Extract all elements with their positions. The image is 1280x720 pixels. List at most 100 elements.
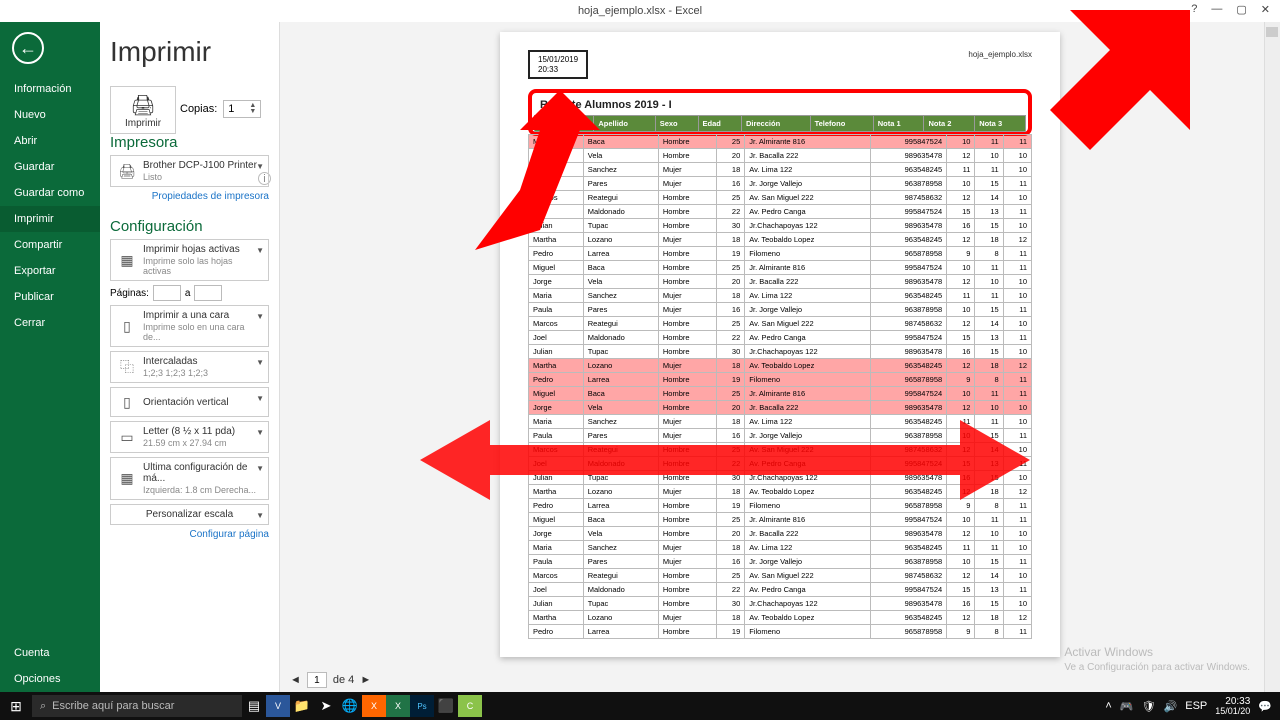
table-cell: Hombre: [658, 219, 716, 233]
copies-value: 1: [228, 103, 234, 115]
printer-properties-link[interactable]: Propiedades de impresora: [110, 191, 269, 202]
tray-clock[interactable]: 20:33 15/01/20: [1215, 697, 1250, 716]
taskbar-app[interactable]: V: [266, 695, 290, 717]
table-cell: 11: [947, 163, 975, 177]
minimize-icon[interactable]: —: [1211, 3, 1222, 16]
table-cell: Martha: [529, 359, 584, 373]
table-row: PedroLarreaHombre19Filomeno9658789589811: [529, 625, 1032, 639]
table-cell: 963548245: [871, 163, 947, 177]
taskbar-app[interactable]: ⬛: [434, 695, 458, 717]
table-cell: 30: [717, 597, 745, 611]
prev-page-button[interactable]: ◄: [290, 674, 301, 686]
scrollbar[interactable]: [1264, 22, 1280, 692]
table-cell: Vela: [583, 275, 658, 289]
taskbar[interactable]: ⊞ ⌕ Escribe aquí para buscar ▤ V 📁 ➤ 🌐 X…: [0, 692, 1280, 720]
table-cell: 963548245: [871, 233, 947, 247]
table-cell: Pedro: [529, 499, 584, 513]
table-cell: 11: [1003, 135, 1031, 149]
task-view-icon[interactable]: ▤: [242, 695, 266, 717]
pages-to-input[interactable]: [194, 285, 222, 301]
taskbar-search[interactable]: ⌕ Escribe aquí para buscar: [32, 695, 242, 717]
table-cell: 989635478: [871, 527, 947, 541]
sidebar-item-guardar[interactable]: Guardar: [0, 154, 100, 180]
sidebar-item-guardar-como[interactable]: Guardar como: [0, 180, 100, 206]
taskbar-app[interactable]: C: [458, 695, 482, 717]
close-icon[interactable]: ✕: [1261, 3, 1270, 16]
annotation-arrow: [430, 80, 600, 250]
column-header: Apellido: [594, 116, 655, 132]
page-setup-link[interactable]: Configurar página: [110, 529, 269, 540]
table-cell: Pares: [583, 555, 658, 569]
taskbar-app[interactable]: 🌐: [338, 695, 362, 717]
sidebar-item-abrir[interactable]: Abrir: [0, 128, 100, 154]
table-cell: 987458632: [871, 191, 947, 205]
table-cell: 10: [947, 513, 975, 527]
restore-icon[interactable]: ▢: [1236, 3, 1246, 16]
table-cell: Jorge: [529, 275, 584, 289]
margins-select[interactable]: ▦ Última configuración de má... Izquierd…: [110, 457, 269, 500]
chevron-down-icon: ▼: [256, 162, 264, 171]
watermark-title: Activar Windows: [1064, 645, 1250, 661]
scale-select[interactable]: Personalizar escala ▼: [110, 504, 269, 525]
table-cell: Larrea: [583, 499, 658, 513]
scroll-thumb[interactable]: [1266, 27, 1278, 37]
tray-volume-icon[interactable]: 🔊: [1164, 700, 1178, 713]
table-cell: 30: [717, 219, 745, 233]
table-cell: 10: [947, 555, 975, 569]
taskbar-app[interactable]: X: [362, 695, 386, 717]
table-cell: Jorge: [529, 527, 584, 541]
tray-chevron-icon[interactable]: ˄: [1105, 700, 1111, 712]
table-cell: 995847524: [871, 387, 947, 401]
sides-select[interactable]: ▯ Imprimir a una cara Imprime solo en un…: [110, 305, 269, 347]
sidebar-item-imprimir[interactable]: Imprimir: [0, 206, 100, 232]
taskbar-app[interactable]: ➤: [314, 695, 338, 717]
what-to-print-select[interactable]: ▦ Imprimir hojas activas Imprime solo la…: [110, 239, 269, 281]
table-row: JoelMaldonadoHombre22Av. Pedro Canga9958…: [529, 583, 1032, 597]
windows-watermark: Activar Windows Ve a Configuración para …: [1064, 645, 1250, 674]
taskbar-app[interactable]: Ps: [410, 695, 434, 717]
sidebar-item-cuenta[interactable]: Cuenta: [0, 640, 100, 666]
table-row: PedroLarreaHombre19Filomeno9658789589811: [529, 373, 1032, 387]
sidebar-item-opciones[interactable]: Opciones: [0, 666, 100, 692]
next-page-button[interactable]: ►: [360, 674, 371, 686]
table-cell: Miguel: [529, 387, 584, 401]
sidebar-item-información[interactable]: Información: [0, 76, 100, 102]
table-cell: Paula: [529, 555, 584, 569]
print-button[interactable]: 🖨 Imprimir: [110, 86, 176, 134]
sidebar-item-exportar[interactable]: Exportar: [0, 258, 100, 284]
orientation-select[interactable]: ▯ Orientación vertical ▼: [110, 387, 269, 417]
paper-select[interactable]: ▭ Letter (8 ½ x 11 pda) 21.59 cm x 27.94…: [110, 421, 269, 453]
table-cell: 11: [947, 541, 975, 555]
sidebar-item-publicar[interactable]: Publicar: [0, 284, 100, 310]
table-cell: 10: [1003, 317, 1031, 331]
sidebar-item-cerrar[interactable]: Cerrar: [0, 310, 100, 336]
copies-stepper[interactable]: 1 ▲▼: [223, 100, 261, 118]
table-cell: 8: [975, 625, 1003, 639]
tray-icon[interactable]: 🎮: [1120, 700, 1134, 713]
table-cell: 15: [947, 331, 975, 345]
table-cell: Jr. Bacalla 222: [745, 149, 871, 163]
pages-from-input[interactable]: [153, 285, 181, 301]
taskbar-app[interactable]: 📁: [290, 695, 314, 717]
tray-icon[interactable]: 🛡: [1142, 700, 1156, 713]
table-cell: 18: [717, 163, 745, 177]
taskbar-app[interactable]: X: [386, 695, 410, 717]
table-cell: Jr.Chachapoyas 122: [745, 219, 871, 233]
printer-select[interactable]: 🖨 Brother DCP-J100 Printer Listo ▼: [110, 155, 269, 187]
sidebar-item-compartir[interactable]: Compartir: [0, 232, 100, 258]
paper-icon: ▭: [117, 427, 137, 447]
start-button[interactable]: ⊞: [0, 698, 32, 715]
help-icon[interactable]: ?: [1191, 3, 1197, 16]
table-cell: 19: [717, 373, 745, 387]
back-button[interactable]: ←: [12, 32, 44, 64]
tray-lang[interactable]: ESP: [1185, 700, 1207, 712]
collate-select[interactable]: ⿻ Intercaladas 1;2;3 1;2;3 1;2;3 ▼: [110, 351, 269, 383]
table-cell: Reategui: [583, 317, 658, 331]
table-cell: 12: [947, 275, 975, 289]
tray-notifications-icon[interactable]: 💬: [1258, 700, 1272, 713]
sidebar-item-nuevo[interactable]: Nuevo: [0, 102, 100, 128]
stepper-arrows-icon[interactable]: ▲▼: [249, 103, 256, 115]
table-cell: Jr. Almirante 816: [745, 387, 871, 401]
table-cell: Av. Lima 122: [745, 163, 871, 177]
page-number-input[interactable]: [307, 672, 327, 688]
